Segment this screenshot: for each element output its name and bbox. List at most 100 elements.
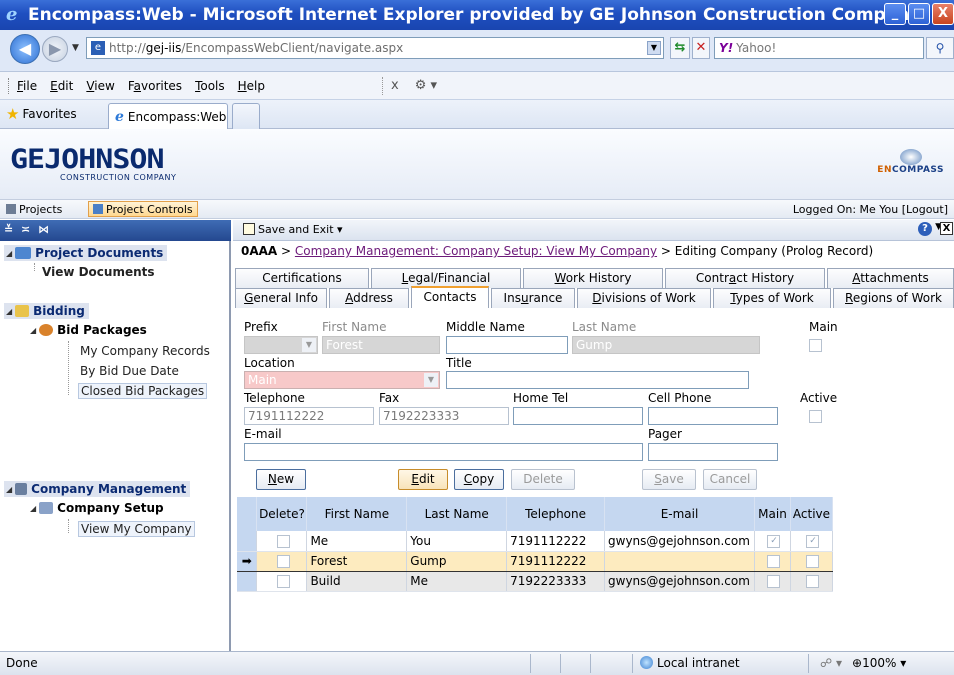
tab-divisions-of-work[interactable]: Divisions of Work <box>577 288 711 308</box>
close-icon[interactable]: X <box>940 222 953 235</box>
minimize-button[interactable]: _ <box>884 3 906 25</box>
col-main[interactable]: Main <box>754 497 791 531</box>
forward-button[interactable]: ▶ <box>42 36 68 62</box>
tree-bid-packages[interactable]: ◢ Bid Packages <box>30 323 147 337</box>
col-telephone[interactable]: Telephone <box>506 497 606 531</box>
save-and-exit-button[interactable]: Save and Exit ▾ <box>243 223 343 236</box>
menu-bar: File Edit View Favorites Tools Help x ⚙ … <box>0 72 954 100</box>
menu-view[interactable]: View <box>86 79 114 93</box>
new-tab-button[interactable] <box>232 103 260 129</box>
tab-types-of-work[interactable]: Types of Work <box>713 288 831 308</box>
delete-button[interactable]: Delete <box>511 469 575 490</box>
cancel-button[interactable]: Cancel <box>703 469 757 490</box>
protected-mode-icon[interactable]: ☍ ▾ <box>820 656 842 670</box>
col-email[interactable]: E-mail <box>604 497 755 531</box>
close-toolbar-icon[interactable]: x <box>391 78 399 93</box>
main-checkbox[interactable] <box>809 339 822 352</box>
favorites-button[interactable]: ★ Favorites <box>6 104 77 124</box>
security-zone[interactable]: Local intranet <box>640 656 740 670</box>
copy-button[interactable]: Copy <box>454 469 504 490</box>
tab-certifications[interactable]: Certifications <box>235 268 369 288</box>
cell-phone-label: Cell Phone <box>648 391 712 405</box>
tab-address[interactable]: Address <box>329 288 409 308</box>
stop-icon[interactable]: ✕ <box>692 37 710 59</box>
cell-last-name: Me <box>406 571 508 592</box>
menu-edit[interactable]: Edit <box>50 79 73 93</box>
back-button[interactable]: ◀ <box>10 34 40 64</box>
title-field[interactable] <box>446 371 749 389</box>
url-dropdown-icon[interactable]: ▼ <box>647 41 661 55</box>
menu-tools[interactable]: Tools <box>195 79 225 93</box>
tree-view-my-company[interactable]: View My Company <box>78 521 195 537</box>
menu-help[interactable]: Help <box>238 79 265 93</box>
tab-insurance[interactable]: Insurance <box>491 288 575 308</box>
ie-logo-icon: e <box>6 4 18 25</box>
tree-closed-bid-packages[interactable]: Closed Bid Packages <box>78 383 208 399</box>
status-text: Done <box>6 656 38 670</box>
chevron-down-icon: ▼ <box>302 338 316 352</box>
middle-name-field[interactable] <box>446 336 568 354</box>
tab-legal-financial[interactable]: Legal/Financial <box>371 268 521 288</box>
tab-attachments[interactable]: Attachments <box>827 268 954 288</box>
tree-my-company-records[interactable]: My Company Records <box>80 344 210 358</box>
tab-contacts[interactable]: Contacts <box>411 286 489 308</box>
tree-view-documents[interactable]: View Documents <box>42 265 155 279</box>
close-window-button[interactable]: X <box>932 3 954 25</box>
project-controls-link[interactable]: Project Controls <box>88 201 198 217</box>
maximize-button[interactable]: □ <box>908 3 930 25</box>
tab-contract-history[interactable]: Contract History <box>665 268 825 288</box>
search-input[interactable]: Y! Yahoo! <box>714 37 924 59</box>
fax-field[interactable]: 7192223333 <box>379 407 509 425</box>
delete-checkbox[interactable] <box>276 534 290 548</box>
new-button[interactable]: New <box>256 469 306 490</box>
table-row[interactable]: Build Me 7192223333 gwyns@gejohnson.com <box>237 571 834 592</box>
expanded-icon: ◢ <box>30 325 37 335</box>
tab-general-info[interactable]: General Info <box>235 288 327 308</box>
logged-on-status[interactable]: Logged On: Me You [Logout] <box>793 203 948 216</box>
tree-company-setup[interactable]: ◢ Company Setup <box>30 501 164 515</box>
table-row[interactable]: ➡ Forest Gump 7191112222 <box>237 550 834 572</box>
toolbar-options-icon[interactable]: ⚙ ▾ <box>415 78 437 93</box>
expanded-icon: ◢ <box>6 248 13 258</box>
main-checkbox <box>767 555 781 568</box>
telephone-field[interactable]: 7191112222 <box>244 407 374 425</box>
delete-checkbox[interactable] <box>276 575 290 588</box>
help-icon[interactable]: ? <box>918 222 932 236</box>
col-first-name[interactable]: First Name <box>306 497 408 531</box>
breadcrumb-link[interactable]: Company Management: Company Setup: View … <box>295 244 657 258</box>
pager-field[interactable] <box>648 443 778 461</box>
tree-company-management[interactable]: ◢ Company Management <box>4 481 191 497</box>
active-checkbox[interactable] <box>809 410 822 423</box>
col-last-name[interactable]: Last Name <box>406 497 508 531</box>
search-icon[interactable]: ⚲ <box>926 37 954 59</box>
table-row[interactable]: Me You 7191112222 gwyns@gejohnson.com ✓ … <box>237 531 834 552</box>
folder-icon <box>15 247 32 259</box>
history-dropdown-icon[interactable]: ▼ <box>72 43 79 53</box>
projects-link[interactable]: Projects <box>6 203 62 216</box>
tree-toolbar[interactable]: ≚ ≍ ⋈ <box>0 220 231 241</box>
zoom-level[interactable]: ⊕100% ▾ <box>852 656 906 670</box>
location-select[interactable]: Main ▼ <box>244 371 440 389</box>
last-name-field[interactable]: Gump <box>572 336 760 354</box>
tab-work-history[interactable]: Work History <box>523 268 663 288</box>
delete-checkbox[interactable] <box>276 555 290 568</box>
prefix-select[interactable]: ▼ <box>244 336 318 354</box>
menu-favorites[interactable]: Favorites <box>128 79 182 93</box>
main-label: Main <box>809 320 838 334</box>
save-button[interactable]: Save <box>642 469 696 490</box>
menu-file[interactable]: File <box>17 79 37 93</box>
browser-tab-encompass[interactable]: e Encompass:Web <box>108 103 228 129</box>
tree-by-bid-due-date[interactable]: By Bid Due Date <box>80 364 179 378</box>
col-delete[interactable]: Delete? <box>256 497 308 531</box>
refresh-icon[interactable]: ⇆ <box>670 37 690 59</box>
home-tel-field[interactable] <box>513 407 643 425</box>
first-name-field[interactable]: Forest <box>322 336 440 354</box>
tab-regions-of-work[interactable]: Regions of Work <box>833 288 954 308</box>
col-active[interactable]: Active <box>790 497 834 531</box>
cell-phone-field[interactable] <box>648 407 778 425</box>
tree-project-documents[interactable]: ◢ Project Documents <box>4 245 168 261</box>
tree-bidding[interactable]: ◢ Bidding <box>4 303 89 319</box>
edit-button[interactable]: Edit <box>398 469 448 490</box>
url-input[interactable]: e http://gej-iis/EncompassWebClient/navi… <box>86 37 664 59</box>
email-field[interactable] <box>244 443 643 461</box>
